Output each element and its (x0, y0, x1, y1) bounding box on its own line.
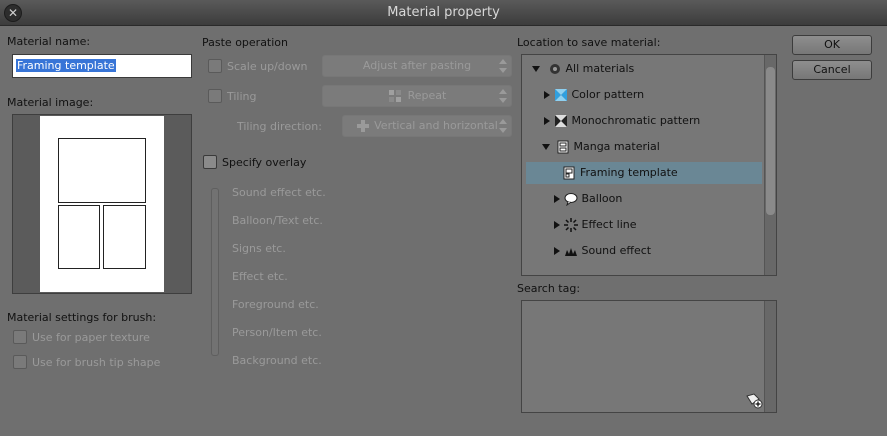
tiling-dropdown-value: Repeat (407, 89, 447, 102)
overlay-item: Effect etc. (232, 270, 288, 283)
stepper-arrows-icon (499, 119, 507, 133)
stepper-arrows-icon (499, 89, 507, 103)
search-tag-scrollbar[interactable] (764, 301, 776, 412)
tiling-label: Tiling (227, 90, 257, 103)
scale-dropdown[interactable]: Adjust after pasting (322, 55, 512, 77)
overlay-item: Signs etc. (232, 242, 286, 255)
collapse-icon[interactable] (544, 117, 550, 125)
title-bar: ✕ Material property (0, 0, 887, 26)
material-image-label: Material image: (7, 96, 94, 109)
overlay-item: Balloon/Text etc. (232, 214, 323, 227)
overlay-item: Background etc. (232, 354, 322, 367)
location-tree[interactable]: All materials Color pattern Monochromati… (521, 54, 777, 276)
tiling-dropdown[interactable]: Repeat (322, 85, 512, 107)
tiling-checkbox[interactable] (208, 89, 222, 103)
paper-texture-checkbox[interactable] (13, 330, 27, 344)
frame-layout-icon (58, 138, 146, 269)
paste-operation-heading: Paste operation (202, 36, 289, 49)
scale-checkbox[interactable] (208, 59, 222, 73)
collapse-icon[interactable] (544, 91, 550, 99)
all-materials-icon (549, 64, 560, 74)
material-name-input[interactable]: Framing template (12, 54, 192, 78)
color-pattern-icon (554, 89, 567, 101)
tiling-direction-label: Tiling direction: (237, 120, 322, 133)
scale-label: Scale up/down (227, 60, 308, 73)
overlay-item: Sound effect etc. (232, 186, 326, 199)
overlay-item: Foreground etc. (232, 298, 319, 311)
expand-icon[interactable] (532, 66, 540, 72)
tree-item-color-pattern[interactable]: Color pattern (544, 84, 644, 106)
ok-button[interactable]: OK (792, 35, 872, 55)
sound-effect-icon (564, 248, 577, 256)
collapse-icon[interactable] (554, 195, 560, 203)
tree-item-framing-template[interactable]: Framing template (526, 162, 762, 184)
tree-item-effect-line[interactable]: Effect line (554, 214, 637, 236)
tiling-direction-dropdown[interactable]: Vertical and horizontal (342, 115, 512, 137)
add-tag-icon[interactable] (746, 393, 764, 409)
balloon-icon (564, 193, 577, 206)
search-tag-label: Search tag: (517, 282, 581, 295)
material-image-preview (12, 114, 192, 294)
manga-material-icon (557, 140, 568, 154)
specify-overlay-checkbox[interactable] (203, 155, 217, 169)
specify-overlay-label: Specify overlay (222, 156, 307, 169)
collapse-icon[interactable] (554, 221, 560, 229)
overlay-item: Person/Item etc. (232, 326, 322, 339)
paper-texture-label: Use for paper texture (32, 331, 150, 344)
brush-tip-label: Use for brush tip shape (32, 356, 161, 369)
tree-item-sound-effect[interactable]: Sound effect (554, 240, 651, 262)
framing-template-thumbnail (40, 116, 164, 292)
tree-item-manga-material[interactable]: Manga material (542, 136, 660, 158)
tree-item-all-materials[interactable]: All materials (532, 58, 634, 80)
stepper-arrows-icon (499, 59, 507, 73)
tree-scrollbar[interactable] (764, 55, 776, 275)
effect-line-icon (563, 218, 578, 232)
cancel-button[interactable]: Cancel (792, 60, 872, 80)
overlay-order-slider[interactable] (211, 188, 219, 356)
location-label: Location to save material: (517, 36, 661, 49)
material-name-value: Framing template (16, 59, 116, 72)
expand-icon[interactable] (542, 144, 550, 150)
direction-icon (357, 120, 370, 132)
search-tag-field[interactable] (521, 300, 777, 413)
tree-item-balloon[interactable]: Balloon (554, 188, 622, 210)
window-title: Material property (387, 5, 500, 20)
material-name-label: Material name: (7, 35, 91, 48)
tree-scrollbar-thumb[interactable] (766, 67, 775, 215)
tiling-direction-value: Vertical and horizontal (374, 119, 498, 132)
brush-settings-label: Material settings for brush: (7, 311, 157, 324)
repeat-icon (388, 90, 401, 102)
monochromatic-pattern-icon (554, 115, 567, 127)
framing-template-icon (563, 166, 575, 180)
scale-dropdown-value: Adjust after pasting (362, 59, 472, 72)
tree-item-monochromatic-pattern[interactable]: Monochromatic pattern (544, 110, 700, 132)
brush-tip-checkbox[interactable] (13, 355, 27, 369)
collapse-icon[interactable] (554, 247, 560, 255)
